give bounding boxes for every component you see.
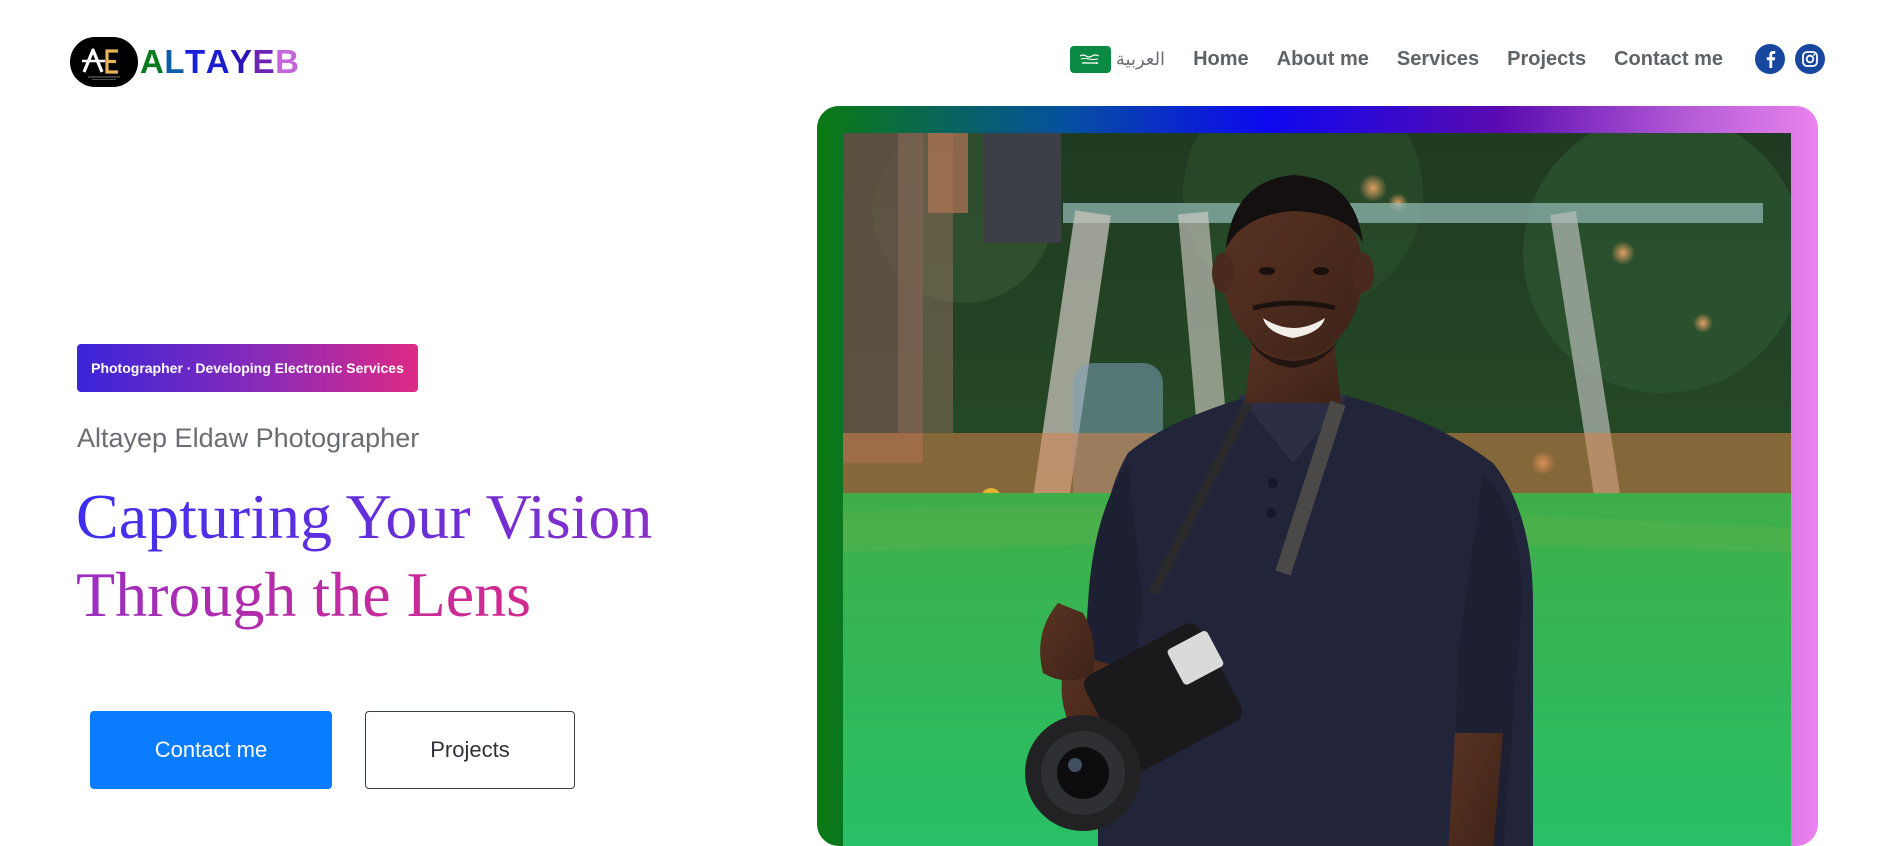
logo-letter: A (140, 43, 165, 80)
contact-me-button[interactable]: Contact me (90, 711, 332, 789)
saudi-flag-icon (1069, 45, 1111, 73)
language-label: العربية (1115, 48, 1166, 70)
logo-letter: L (164, 43, 186, 80)
logo-letter: A (205, 43, 231, 80)
projects-button[interactable]: Projects (365, 711, 575, 789)
logo-wordmark: ALTAYEB (140, 37, 299, 87)
tagline-badge: Photographer · Developing Electronic Ser… (77, 344, 418, 392)
site-header: ALTAYEB العربية Home About me Services P… (0, 0, 1897, 110)
logo-badge-icon (70, 37, 138, 87)
nav-projects[interactable]: Projects (1507, 48, 1586, 71)
hero-subtitle: Altayep Eldaw Photographer (77, 423, 420, 453)
hero-headline-line-1: Capturing Your Vision (76, 478, 652, 556)
language-switch[interactable]: العربية (1069, 45, 1166, 73)
instagram-icon[interactable] (1795, 44, 1825, 74)
nav-about-me[interactable]: About me (1277, 48, 1369, 71)
nav-home[interactable]: Home (1193, 48, 1249, 71)
hero-headline: Capturing Your Vision Through the Lens (76, 478, 652, 634)
logo-letter: E (252, 43, 276, 80)
nav-services[interactable]: Services (1397, 48, 1479, 71)
hero-headline-line-2: Through the Lens (76, 556, 652, 634)
logo-letter: T (185, 43, 206, 80)
hero-image-frame (817, 106, 1818, 846)
facebook-icon[interactable] (1755, 44, 1785, 74)
site-logo[interactable]: ALTAYEB (70, 37, 299, 87)
photographer-portrait (843, 133, 1791, 846)
logo-letter: B (275, 43, 300, 80)
main-nav: العربية Home About me Services Projects … (1069, 44, 1825, 74)
logo-letter: Y (230, 43, 253, 80)
nav-contact-me[interactable]: Contact me (1614, 48, 1723, 71)
